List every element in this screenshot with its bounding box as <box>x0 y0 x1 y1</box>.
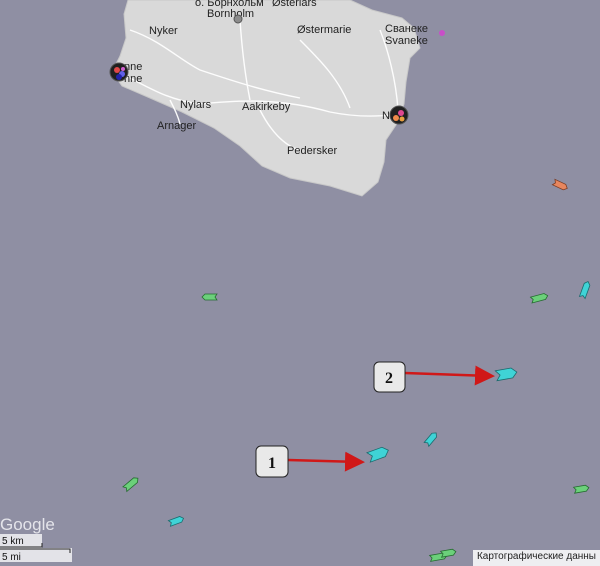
port-marker-svaneke[interactable] <box>439 30 445 36</box>
place-label-nexo: N <box>382 110 390 122</box>
port-cluster-nexo[interactable] <box>389 105 409 125</box>
place-label-osterlars: Østerlars <box>272 0 317 9</box>
place-label-nyker: Nyker <box>149 25 178 37</box>
place-label-nylars: Nylars <box>180 99 212 111</box>
place-label-arnager: Arnager <box>157 120 196 132</box>
map-attribution[interactable]: Картографические данны <box>472 550 600 566</box>
callout-1-label: 1 <box>268 455 276 472</box>
place-label-svaneke-ru: Сванеке <box>385 23 428 35</box>
scale-km-label: 5 km <box>2 536 24 547</box>
google-logo: Google <box>0 515 55 534</box>
place-label-bornholm: Bornholm <box>207 8 254 20</box>
city-marker-dot[interactable] <box>233 14 243 24</box>
callout-1: 1 <box>255 445 289 478</box>
port-cluster-ronne[interactable] <box>109 62 129 82</box>
place-label-svaneke: Svaneke <box>385 35 428 47</box>
callout-2: 2 <box>373 361 406 393</box>
place-label-pedersker: Pedersker <box>287 145 337 157</box>
scale-mi-label: 5 mi <box>2 552 21 563</box>
map-canvas[interactable]: о. Борнхольм Bornholm Østerlars Nyker Øs… <box>0 0 600 566</box>
callout-2-label: 2 <box>385 370 393 387</box>
place-label-ostermarie: Østermarie <box>297 24 351 36</box>
place-label-aakirkeby: Aakirkeby <box>242 101 291 113</box>
vessel-green-1[interactable] <box>201 293 218 301</box>
